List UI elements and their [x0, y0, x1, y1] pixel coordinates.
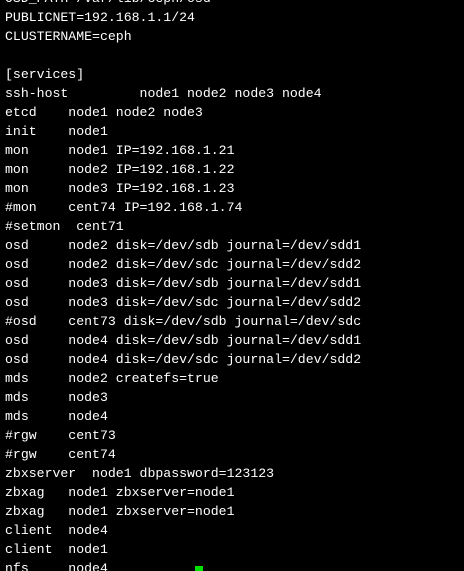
- terminal-line: osd node2 disk=/dev/sdc journal=/dev/sdd…: [5, 257, 362, 272]
- terminal-line: client node1: [5, 542, 108, 557]
- terminal-line: client node4: [5, 523, 108, 538]
- terminal-line: mds node2 createfs=true: [5, 371, 219, 386]
- terminal-line: [services]: [5, 67, 85, 82]
- terminal-line: mds node3: [5, 390, 108, 405]
- terminal-line: #rgw cent74: [5, 447, 116, 462]
- terminal-line: osd node3 disk=/dev/sdb journal=/dev/sdd…: [5, 276, 362, 291]
- terminal-line: mon node2 IP=192.168.1.22: [5, 162, 235, 177]
- text-cursor: [195, 566, 203, 571]
- terminal-line: ssh-host node1 node2 node3 node4: [5, 86, 322, 101]
- terminal-line: mon node1 IP=192.168.1.21: [5, 143, 235, 158]
- terminal-line: nfs node4: [5, 561, 108, 571]
- terminal-line: osd node4 disk=/dev/sdc journal=/dev/sdd…: [5, 352, 362, 367]
- terminal-line: CLUSTERNAME=ceph: [5, 29, 132, 44]
- terminal-line: OSD_PATH=/var/lib/ceph/osd: [5, 0, 361, 8]
- terminal-line: #rgw cent73: [5, 428, 116, 443]
- terminal-window[interactable]: OSD_PATH=/var/lib/ceph/osd PUBLICNET=192…: [0, 0, 464, 571]
- terminal-line: osd node4 disk=/dev/sdb journal=/dev/sdd…: [5, 333, 362, 348]
- terminal-line: zbxag node1 zbxserver=node1: [5, 485, 235, 500]
- terminal-text: OSD_PATH=/var/lib/ceph/osd PUBLICNET=192…: [5, 0, 361, 571]
- terminal-line: zbxag node1 zbxserver=node1: [5, 504, 235, 519]
- terminal-line: zbxserver node1 dbpassword=123123: [5, 466, 275, 481]
- terminal-line: mon node3 IP=192.168.1.23: [5, 181, 235, 196]
- terminal-line: #mon cent74 IP=192.168.1.74: [5, 200, 243, 215]
- terminal-line: mds node4: [5, 409, 108, 424]
- terminal-line: #osd cent73 disk=/dev/sdb journal=/dev/s…: [5, 314, 362, 329]
- terminal-line: etcd node1 node2 node3: [5, 105, 203, 120]
- terminal-line: PUBLICNET=192.168.1.1/24: [5, 10, 195, 25]
- terminal-line: osd node2 disk=/dev/sdb journal=/dev/sdd…: [5, 238, 362, 253]
- terminal-line: #setmon cent71: [5, 219, 124, 234]
- terminal-line: osd node3 disk=/dev/sdc journal=/dev/sdd…: [5, 295, 362, 310]
- terminal-line: init node1: [5, 124, 108, 139]
